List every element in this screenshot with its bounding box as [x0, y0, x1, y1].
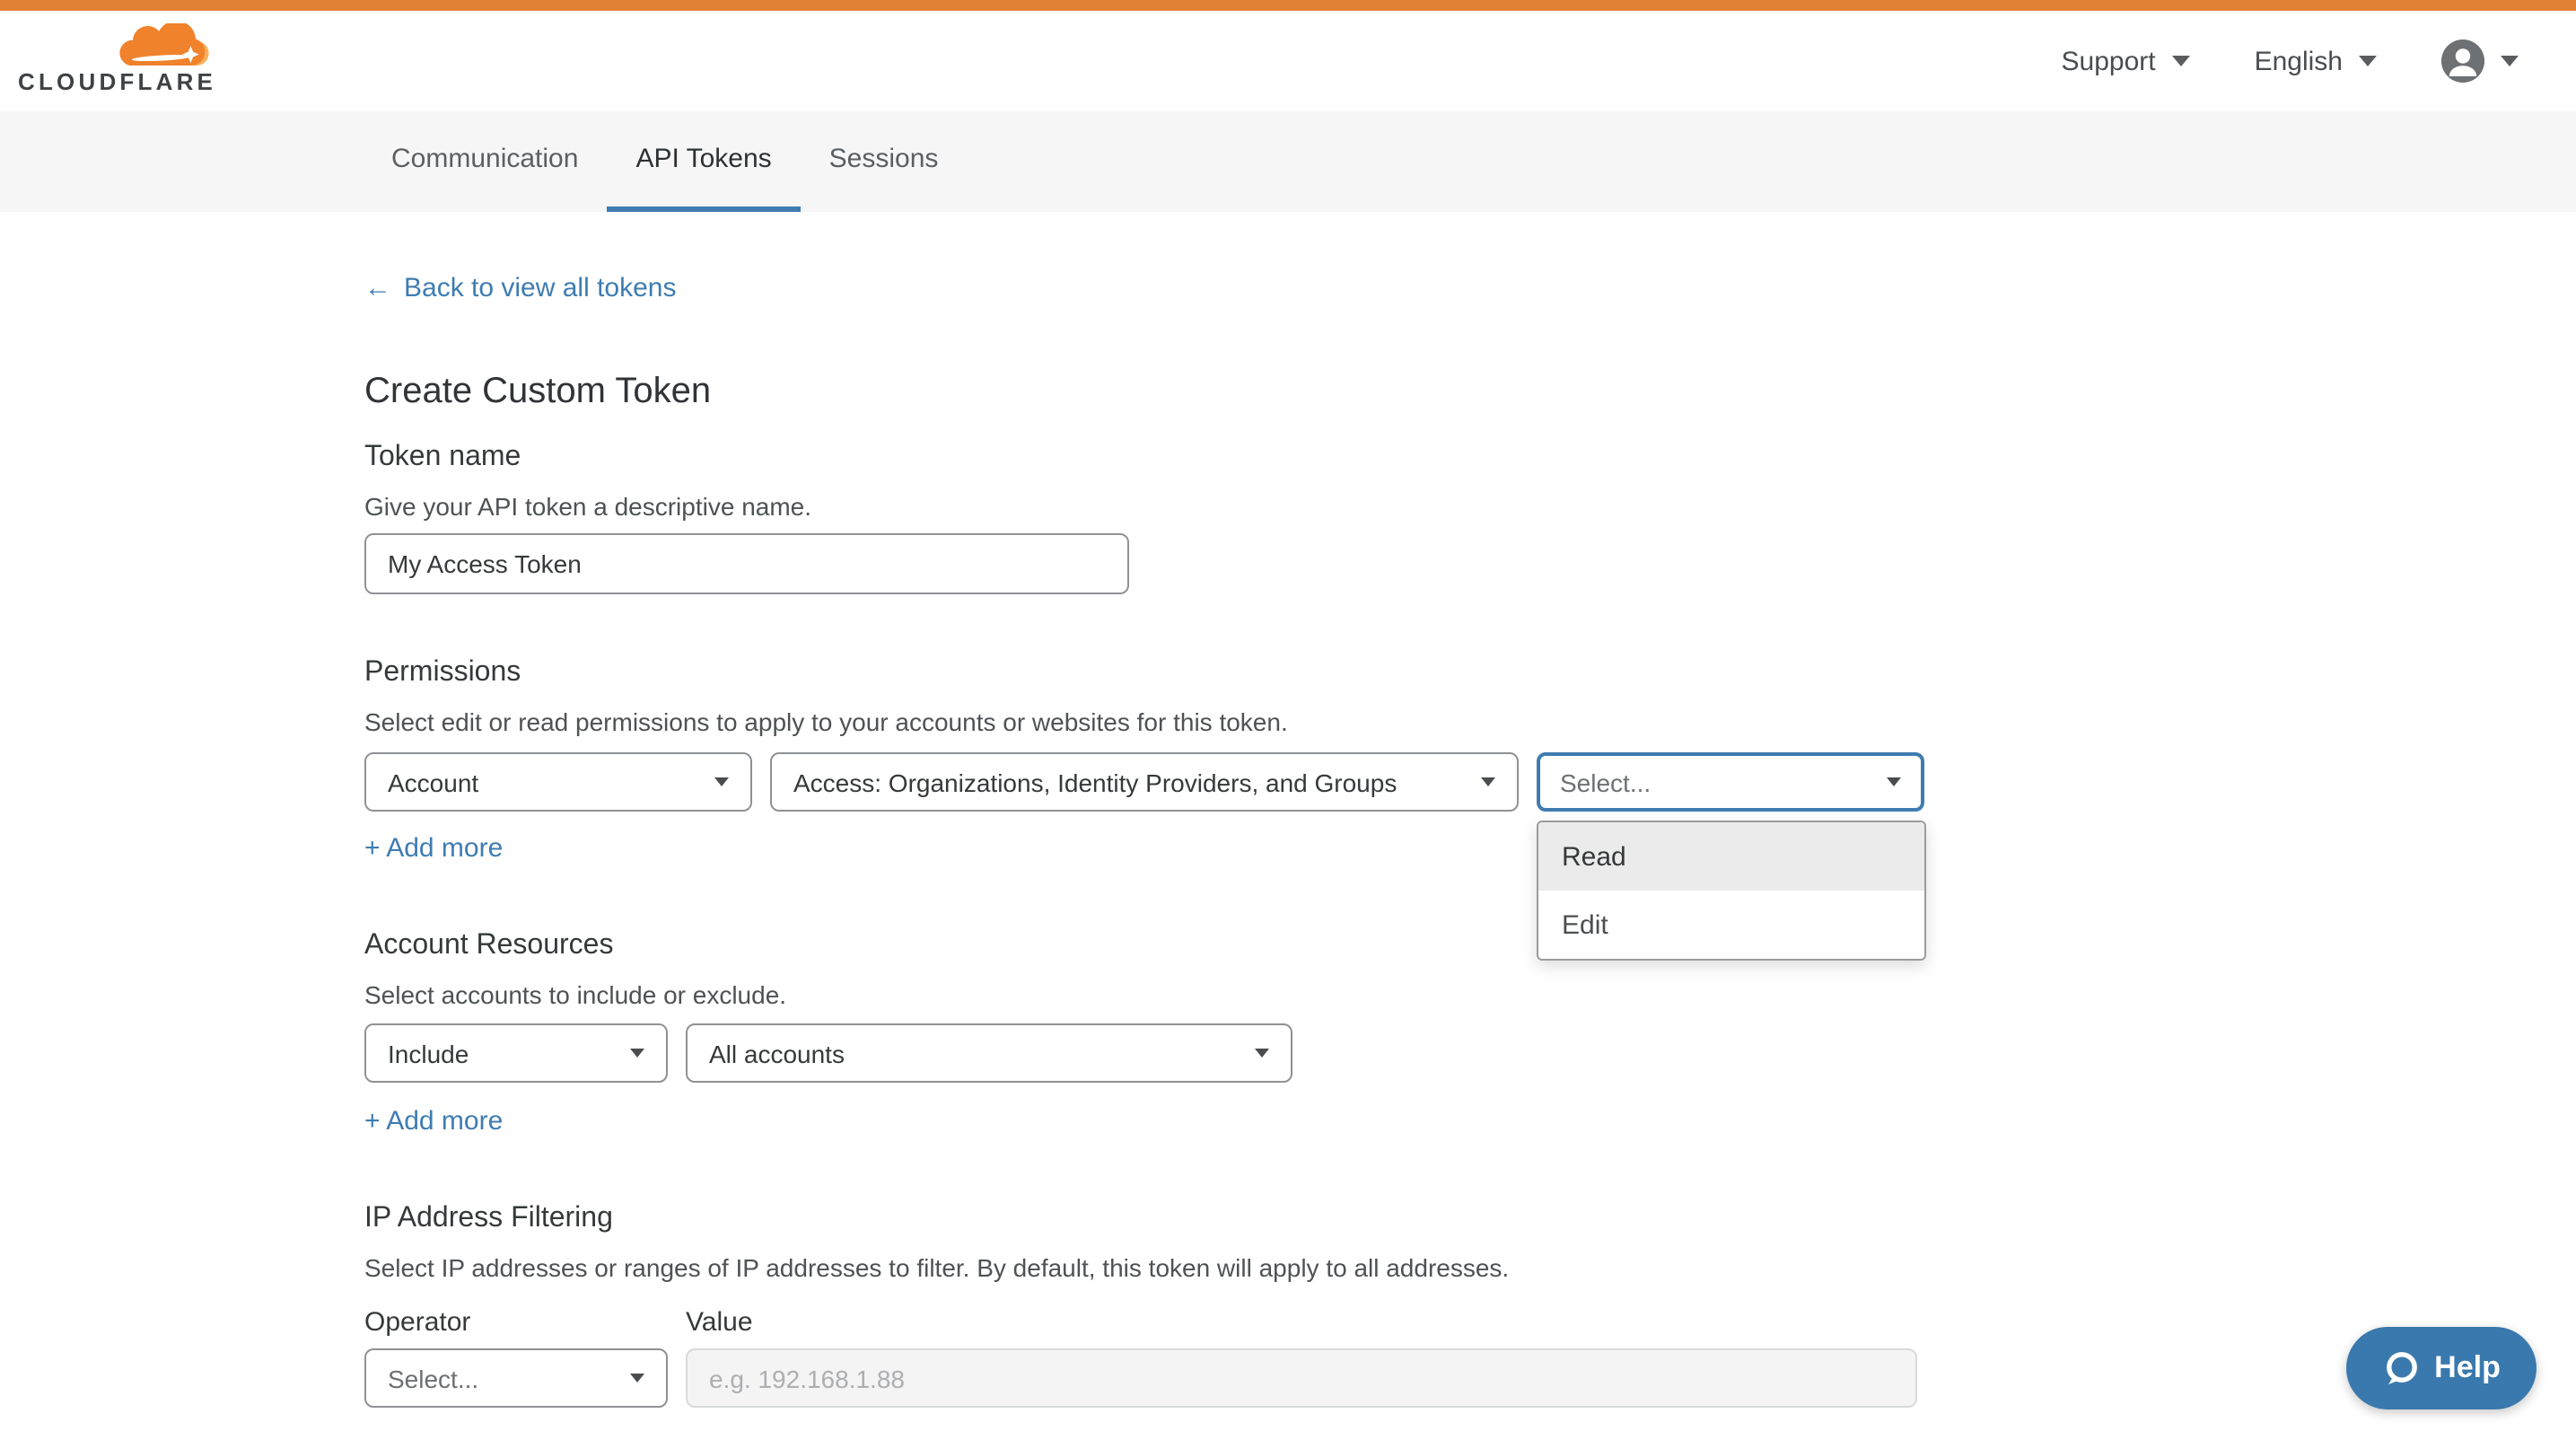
back-arrow-icon: ←	[364, 273, 391, 303]
permissions-row: Account Access: Organizations, Identity …	[364, 752, 1924, 812]
permission-group-value: Access: Organizations, Identity Provider…	[793, 768, 1397, 796]
help-button[interactable]: Help	[2346, 1327, 2537, 1409]
resource-accounts-value: All accounts	[709, 1039, 845, 1067]
permission-scope-value: Account	[388, 768, 478, 796]
token-name-description: Give your API token a descriptive name.	[364, 492, 811, 521]
chevron-down-icon	[1887, 777, 1901, 786]
account-resources-row: Include All accounts	[364, 1023, 1292, 1083]
help-button-label: Help	[2434, 1350, 2501, 1386]
permissions-add-more-link[interactable]: + Add more	[364, 833, 503, 864]
tab-communication[interactable]: Communication	[363, 111, 607, 212]
resource-mode-dropdown[interactable]: Include	[364, 1023, 668, 1083]
chevron-down-icon	[630, 1374, 644, 1383]
chevron-down-icon	[2172, 56, 2190, 66]
account-menu[interactable]	[2441, 40, 2519, 83]
ip-operator-dropdown[interactable]: Select...	[364, 1348, 668, 1408]
ip-filtering-row: Select...	[364, 1348, 1917, 1408]
permission-access-value: Select...	[1560, 768, 1651, 796]
permissions-heading: Permissions	[364, 657, 521, 689]
cloudflare-cloud-icon	[115, 23, 210, 66]
header-menus: Support English	[2062, 11, 2519, 111]
account-resources-description: Select accounts to include or exclude.	[364, 980, 786, 1009]
app-header: CLOUDFLARE Support English	[0, 11, 2576, 111]
language-menu[interactable]: English	[2255, 46, 2377, 76]
operator-label: Operator	[364, 1307, 470, 1338]
chevron-down-icon	[1481, 777, 1495, 786]
permission-group-dropdown[interactable]: Access: Organizations, Identity Provider…	[770, 752, 1519, 812]
chevron-down-icon	[2359, 56, 2377, 66]
tab-sessions[interactable]: Sessions	[801, 111, 968, 212]
value-label: Value	[686, 1307, 753, 1338]
brand-accent-bar	[0, 0, 2576, 11]
cloudflare-logo[interactable]: CLOUDFLARE	[18, 23, 215, 95]
user-avatar-icon	[2441, 40, 2484, 83]
ip-value-input[interactable]	[686, 1348, 1917, 1408]
token-name-heading: Token name	[364, 442, 521, 474]
tab-bar: Communication API Tokens Sessions	[0, 111, 2576, 212]
ip-filtering-description: Select IP addresses or ranges of IP addr…	[364, 1253, 1509, 1282]
permissions-description: Select edit or read permissions to apply…	[364, 707, 1288, 736]
access-dropdown-menu: Read Edit	[1537, 821, 1926, 961]
menu-option-edit[interactable]: Edit	[1538, 891, 1924, 959]
chevron-down-icon	[714, 777, 729, 786]
chevron-down-icon	[2501, 56, 2519, 66]
chevron-down-icon	[1255, 1049, 1269, 1058]
support-menu-label: Support	[2062, 46, 2156, 76]
menu-option-read[interactable]: Read	[1538, 822, 1924, 891]
page-title: Create Custom Token	[364, 372, 711, 413]
permission-access-dropdown[interactable]: Select...	[1537, 752, 1924, 812]
support-menu[interactable]: Support	[2062, 46, 2190, 76]
chevron-down-icon	[630, 1049, 644, 1058]
token-name-input[interactable]	[364, 533, 1129, 594]
page: CLOUDFLARE Support English	[0, 0, 2576, 1431]
resource-mode-value: Include	[388, 1039, 469, 1067]
account-resources-add-more-link[interactable]: + Add more	[364, 1106, 503, 1137]
tab-api-tokens[interactable]: API Tokens	[607, 111, 800, 212]
cloudflare-wordmark: CLOUDFLARE	[18, 68, 215, 95]
account-resources-heading: Account Resources	[364, 930, 613, 962]
language-menu-label: English	[2255, 46, 2343, 76]
back-to-tokens-link[interactable]: ← Back to view all tokens	[364, 273, 677, 303]
chat-bubble-icon	[2382, 1349, 2420, 1387]
ip-operator-value: Select...	[388, 1364, 478, 1392]
ip-filtering-heading: IP Address Filtering	[364, 1203, 613, 1235]
resource-accounts-dropdown[interactable]: All accounts	[686, 1023, 1292, 1083]
back-link-label: Back to view all tokens	[404, 273, 677, 303]
permission-scope-dropdown[interactable]: Account	[364, 752, 752, 812]
